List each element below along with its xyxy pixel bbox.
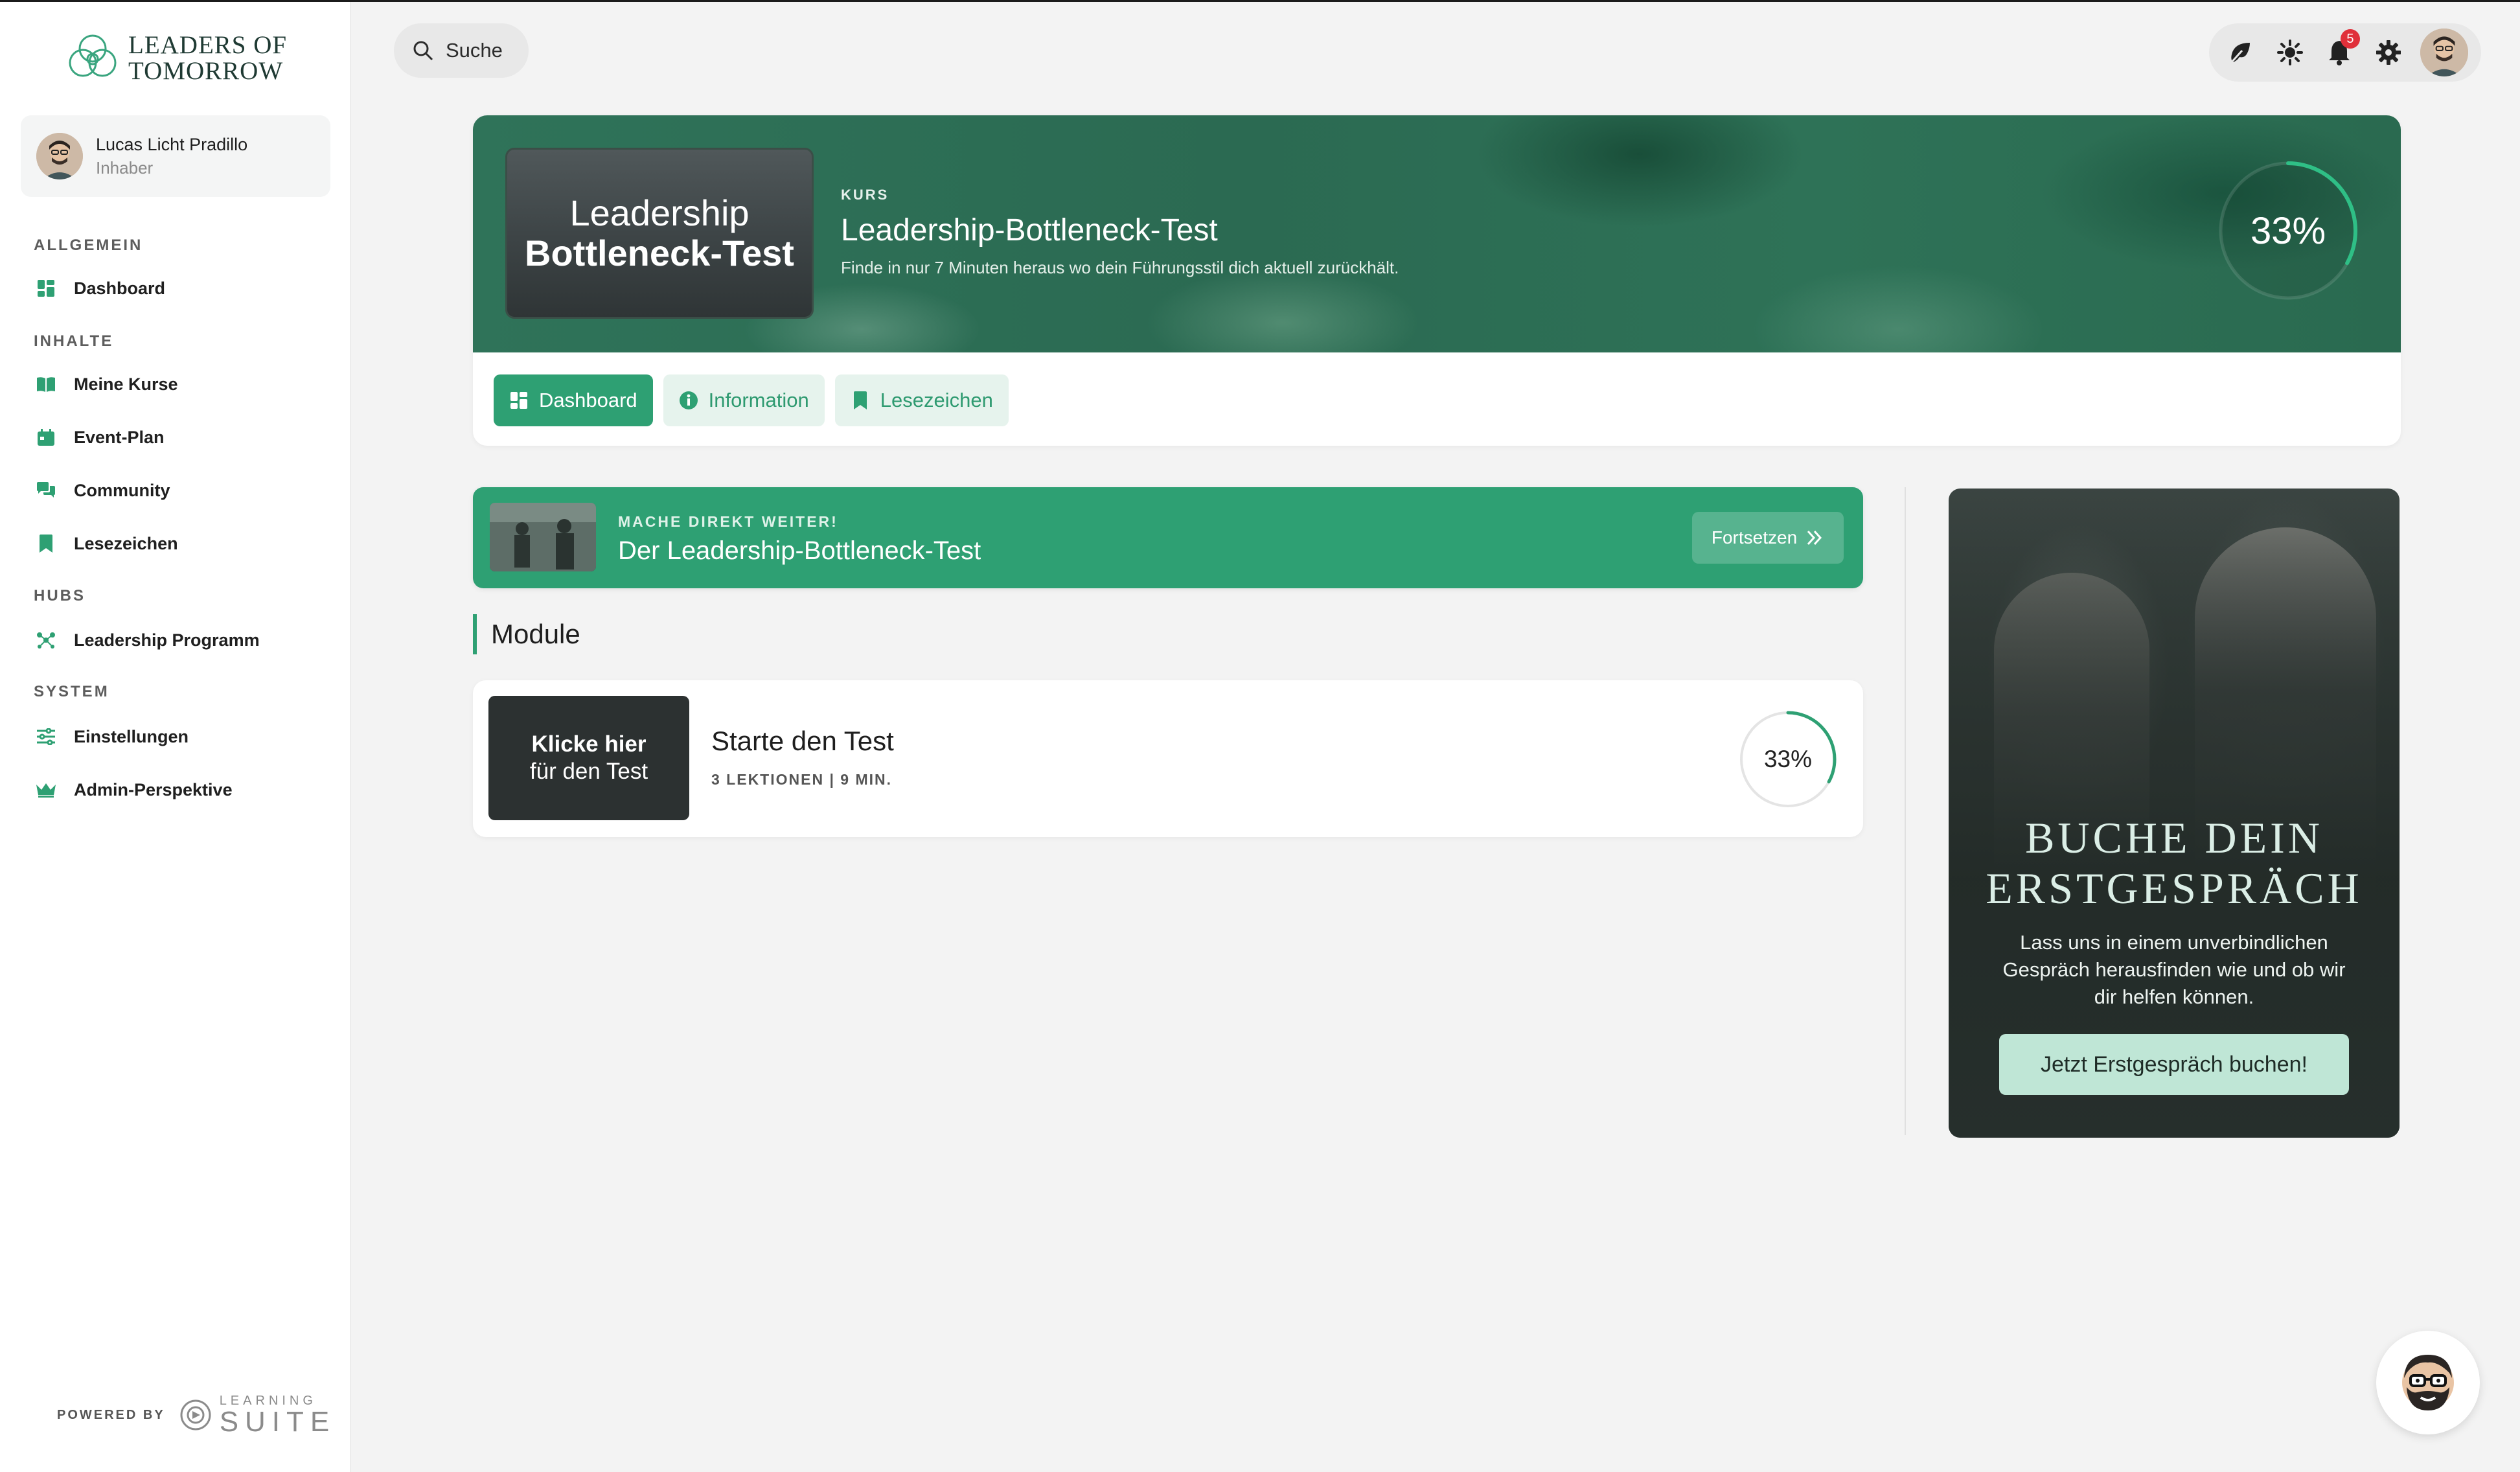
sidebar-item-label: Lesezeichen xyxy=(74,533,178,553)
assistant-avatar-icon xyxy=(2402,1355,2454,1410)
book-consultation-button[interactable]: Jetzt Erstgespräch buchen! xyxy=(1999,1034,2349,1095)
sidebar-item-label: Admin-Perspektive xyxy=(74,779,233,799)
search-icon xyxy=(413,41,433,61)
book-icon xyxy=(36,374,56,394)
nav-section-system: SYSTEM xyxy=(34,683,109,700)
bookmark-icon xyxy=(36,534,56,553)
course-thumbnail-line2: Bottleneck-Test xyxy=(525,233,794,273)
sliders-icon xyxy=(36,727,56,746)
module-progress-label: 33% xyxy=(1763,746,1813,772)
sidebar-item-label: Dashboard xyxy=(74,278,166,298)
course-description: Finde in nur 7 Minuten heraus wo dein Fü… xyxy=(841,258,1399,277)
promo-title: BUCHE DEIN ERSTGESPRÄCH xyxy=(1986,813,2363,913)
continue-button-label: Fortsetzen xyxy=(1711,527,1798,547)
top-toolbar: 5 xyxy=(2209,23,2481,82)
module-thumbnail-line1: Klicke hier xyxy=(531,731,647,757)
gear-icon[interactable] xyxy=(2370,34,2407,71)
tab-label: Lesezeichen xyxy=(880,389,993,411)
course-progress-label: 33% xyxy=(2250,209,2326,252)
continue-kicker: MACHE DIREKT WEITER! xyxy=(618,513,838,530)
learning-suite-logo: LEARNING SUITE xyxy=(178,1394,336,1436)
avatar[interactable] xyxy=(2420,29,2468,76)
avatar xyxy=(36,133,83,179)
course-tabs: Dashboard Information Lesezeichen xyxy=(494,374,1009,426)
nav-section-allgemein: ALLGEMEIN xyxy=(34,236,143,254)
tree-logo-icon xyxy=(69,34,117,77)
continue-title: Der Leadership-Bottleneck-Test xyxy=(618,536,981,565)
search-label: Suche xyxy=(446,39,503,62)
module-progress-ring: 33% xyxy=(1736,707,1840,811)
notifications-bell[interactable]: 5 xyxy=(2321,29,2360,71)
sidebar-item-admin-perspektive[interactable]: Admin-Perspektive xyxy=(36,774,233,806)
user-card[interactable]: Lucas Licht Pradillo Inhaber xyxy=(21,115,330,197)
powered-by[interactable]: POWERED BY LEARNING SUITE xyxy=(57,1394,336,1436)
course-header-card: Leadership Bottleneck-Test KURS Leadersh… xyxy=(473,115,2401,446)
brand-name: LEADERS OF TOMORROW xyxy=(128,31,288,85)
brand-logo[interactable]: LEADERS OF TOMORROW xyxy=(66,29,287,87)
info-icon xyxy=(679,391,698,410)
powered-by-label: POWERED BY xyxy=(57,1407,165,1422)
sidebar-item-community[interactable]: Community xyxy=(36,474,170,507)
tab-label: Dashboard xyxy=(539,389,637,411)
dashboard-icon xyxy=(509,391,529,410)
module-title: Starte den Test xyxy=(711,726,894,756)
promo-text: Lass uns in einem unverbindlichen Gesprä… xyxy=(2002,931,2346,1008)
continue-thumbnail xyxy=(490,503,596,571)
module-heading: Module xyxy=(473,614,580,654)
chat-assistant-button[interactable] xyxy=(2376,1331,2480,1434)
powered-brand-big: SUITE xyxy=(219,1406,336,1438)
leaf-icon[interactable] xyxy=(2222,34,2258,71)
module-card[interactable]: Klicke hier für den Test Starte den Test… xyxy=(473,680,1863,837)
window-top-border xyxy=(0,0,2520,2)
consultation-promo-card: BUCHE DEIN ERSTGESPRÄCH Lass uns in eine… xyxy=(1949,489,2400,1138)
sidebar-item-leadership-programm[interactable]: Leadership Programm xyxy=(36,624,260,656)
nav-section-inhalte: INHALTE xyxy=(34,332,114,350)
sidebar-item-label: Event-Plan xyxy=(74,427,165,447)
sidebar-item-dashboard[interactable]: Dashboard xyxy=(36,272,165,305)
course-thumbnail: Leadership Bottleneck-Test xyxy=(505,148,814,319)
bookmark-icon xyxy=(851,391,870,410)
chat-icon xyxy=(36,481,56,500)
tab-dashboard[interactable]: Dashboard xyxy=(494,374,653,426)
sidebar-item-lesezeichen[interactable]: Lesezeichen xyxy=(36,527,178,560)
module-meta: 3 LEKTIONEN | 9 MIN. xyxy=(711,771,893,788)
dashboard-icon xyxy=(36,279,56,298)
crown-icon xyxy=(36,780,56,799)
module-thumbnail-line2: für den Test xyxy=(529,759,648,784)
sidebar: LEADERS OF TOMORROW Lucas Licht Pradillo… xyxy=(0,2,351,1472)
course-kicker: KURS xyxy=(841,187,889,203)
sun-icon[interactable] xyxy=(2272,34,2308,71)
tab-lesezeichen[interactable]: Lesezeichen xyxy=(834,374,1009,426)
learning-suite-icon xyxy=(180,1399,211,1431)
sidebar-item-label: Leadership Programm xyxy=(74,630,260,650)
course-progress-ring: 33% xyxy=(2217,159,2359,302)
chevrons-right-icon xyxy=(1807,530,1822,546)
search-button[interactable]: Suche xyxy=(394,23,529,78)
network-icon xyxy=(36,630,56,650)
course-thumbnail-line1: Leadership xyxy=(569,192,750,233)
notification-badge: 5 xyxy=(2340,29,2360,49)
sidebar-item-meine-kurse[interactable]: Meine Kurse xyxy=(36,368,178,400)
column-divider xyxy=(1905,487,1906,1135)
calendar-icon xyxy=(36,428,56,447)
tab-information[interactable]: Information xyxy=(663,374,825,426)
sidebar-item-label: Community xyxy=(74,480,170,500)
course-banner: Leadership Bottleneck-Test KURS Leadersh… xyxy=(473,115,2401,352)
sidebar-item-event-plan[interactable]: Event-Plan xyxy=(36,421,165,454)
nav-section-hubs: HUBS xyxy=(34,587,86,604)
continue-banner[interactable]: MACHE DIREKT WEITER! Der Leadership-Bott… xyxy=(473,487,1863,588)
sidebar-item-einstellungen[interactable]: Einstellungen xyxy=(36,720,189,753)
module-thumbnail: Klicke hier für den Test xyxy=(488,696,689,820)
user-name: Lucas Licht Pradillo xyxy=(96,135,248,154)
tab-label: Information xyxy=(708,389,809,411)
sidebar-item-label: Meine Kurse xyxy=(74,374,178,394)
continue-button[interactable]: Fortsetzen xyxy=(1692,512,1844,564)
user-role: Inhaber xyxy=(96,158,154,178)
sidebar-item-label: Einstellungen xyxy=(74,726,189,746)
course-title: Leadership-Bottleneck-Test xyxy=(841,213,1218,247)
